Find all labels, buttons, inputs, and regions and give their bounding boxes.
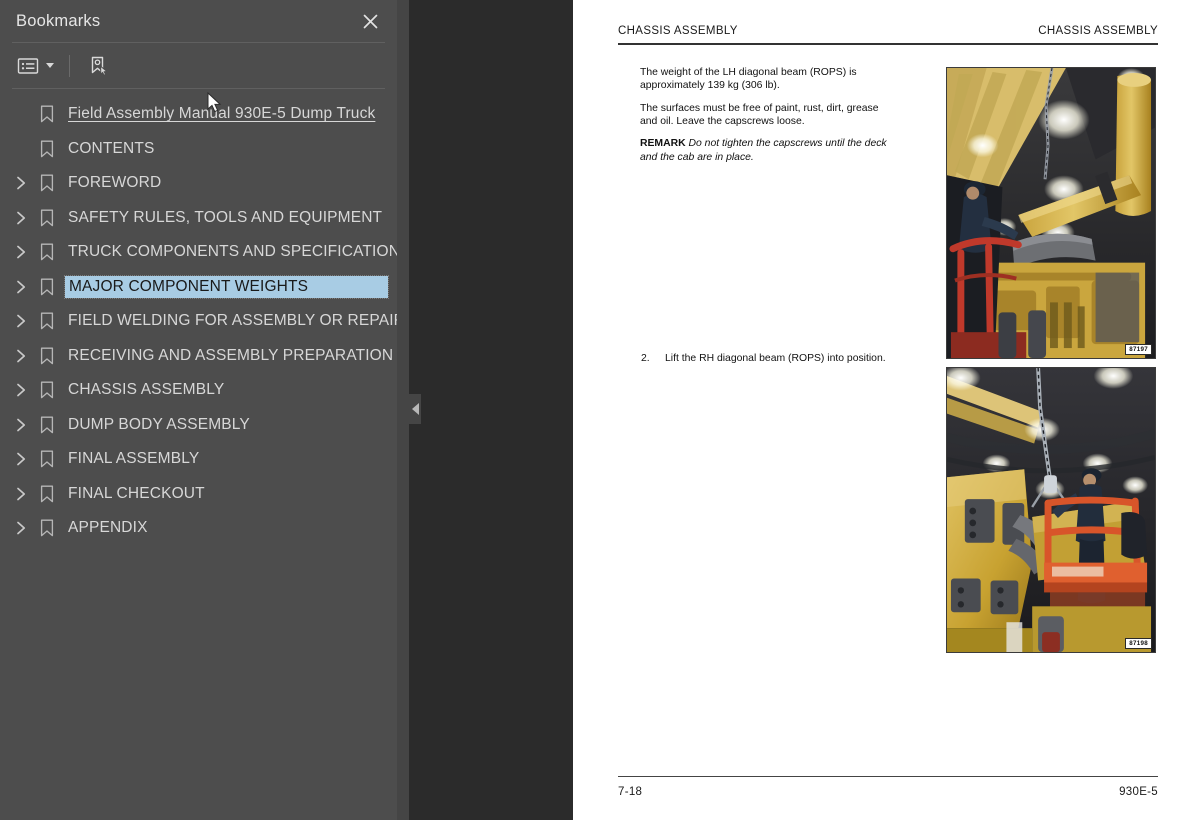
bookmark-label: FINAL ASSEMBLY [68,450,200,468]
figure-column: 87197 87198 [898,66,1158,653]
expand-chevron-icon[interactable] [8,481,34,507]
bookmark-icon [34,446,60,472]
document-page[interactable]: CHASSIS ASSEMBLY CHASSIS ASSEMBLY The we… [573,0,1200,820]
expand-chevron-icon[interactable] [8,205,34,231]
bookmark-item[interactable]: RECEIVING AND ASSEMBLY PREPARATION [0,339,397,374]
bookmark-icon [34,170,60,196]
bookmarks-panel: Bookmarks Field Assembly Manual 930E-5 D… [0,0,397,820]
footer-rule [618,775,1158,777]
header-right-text: CHASSIS ASSEMBLY [1038,25,1158,37]
figure-1-caption: 87197 [1125,343,1152,355]
step-text: Lift the RH diagonal beam (ROPS) into po… [665,352,886,364]
header-left-text: CHASSIS ASSEMBLY [618,25,738,37]
bookmark-icon [34,274,60,300]
step-number: 2. [641,352,650,364]
page-number: 7-18 [618,786,643,798]
bookmarks-toolbar [0,43,397,88]
bookmark-icon [34,481,60,507]
figure-2-caption: 87198 [1125,637,1152,649]
paragraph-1: The weight of the LH diagonal beam (ROPS… [640,66,857,91]
bookmark-icon [34,308,60,334]
bookmark-icon [34,101,60,127]
bookmark-label: RECEIVING AND ASSEMBLY PREPARATION [68,346,394,364]
expand-chevron-icon[interactable] [8,274,34,300]
figure-87197[interactable]: 87197 [946,66,1156,359]
page-footer: 7-18 930E-5 [618,775,1158,798]
bookmark-icon [34,136,60,162]
bookmark-item[interactable]: APPENDIX [0,511,397,546]
step-item-2: 2. Lift the RH diagonal beam (ROPS) into… [640,352,898,365]
bookmark-icon [34,412,60,438]
bookmark-label: TRUCK COMPONENTS AND SPECIFICATIONS [68,243,397,261]
bookmark-icon [34,239,60,265]
model-number: 930E-5 [1119,786,1158,798]
expand-chevron-icon[interactable] [8,446,34,472]
bookmark-item[interactable]: Field Assembly Manual 930E-5 Dump Truck [0,97,397,132]
bookmark-item[interactable]: CONTENTS [0,132,397,167]
viewer-gutter [409,0,573,820]
panel-resize-handle[interactable] [397,0,409,820]
bookmark-item[interactable]: DUMP BODY ASSEMBLY [0,408,397,443]
bookmark-item[interactable]: TRUCK COMPONENTS AND SPECIFICATIONS [0,235,397,270]
page-header: CHASSIS ASSEMBLY CHASSIS ASSEMBLY [618,0,1158,37]
header-rule [618,43,1158,45]
bookmark-label: FOREWORD [68,174,162,192]
bookmark-label: CHASSIS ASSEMBLY [68,381,225,399]
figure-1-image [947,67,1155,358]
expand-chevron-icon[interactable] [8,308,34,334]
bookmark-label: DUMP BODY ASSEMBLY [68,415,250,433]
bookmark-label: CONTENTS [68,139,155,157]
bookmarks-panel-header: Bookmarks [0,0,397,42]
expand-chevron-icon[interactable] [8,170,34,196]
panel-title: Bookmarks [16,11,101,30]
bookmark-icon [34,205,60,231]
bookmark-label: FIELD WELDING FOR ASSEMBLY OR REPAIR [68,312,397,330]
expand-chevron-icon[interactable] [8,239,34,265]
bookmark-item[interactable]: CHASSIS ASSEMBLY [0,373,397,408]
bookmark-label: FINAL CHECKOUT [68,484,205,502]
bookmark-item[interactable]: FIELD WELDING FOR ASSEMBLY OR REPAIR [0,304,397,339]
page-body: The weight of the LH diagonal beam (ROPS… [618,66,1158,653]
new-bookmark-icon [91,56,108,76]
bookmark-icon [34,515,60,541]
list-options-icon [17,57,39,74]
chevron-down-icon [46,63,54,68]
toolbar-separator [69,54,70,77]
expand-chevron-icon[interactable] [8,377,34,403]
paragraph-2: The surfaces must be free of paint, rust… [640,102,879,127]
bookmark-item[interactable]: FOREWORD [0,166,397,201]
expand-chevron-icon[interactable] [8,412,34,438]
bookmark-icon [34,343,60,369]
expand-chevron-icon[interactable] [8,515,34,541]
bookmark-label: SAFETY RULES, TOOLS AND EQUIPMENT [68,208,383,226]
remark-paragraph: REMARK Do not tighten the capscrews unti… [640,137,898,163]
text-column: The weight of the LH diagonal beam (ROPS… [618,66,898,653]
bookmark-item[interactable]: FINAL CHECKOUT [0,477,397,512]
close-icon [363,14,377,28]
collapse-panel-icon [411,403,419,415]
bookmark-list: Field Assembly Manual 930E-5 Dump Truck C… [0,89,397,820]
close-panel-button[interactable] [357,8,383,34]
bookmark-label: Field Assembly Manual 930E-5 Dump Truck [68,105,376,123]
new-bookmark-button[interactable] [84,51,114,81]
bookmark-item[interactable]: MAJOR COMPONENT WEIGHTS [0,270,397,305]
bookmark-icon [34,377,60,403]
expand-chevron-icon[interactable] [8,343,34,369]
bookmark-item[interactable]: FINAL ASSEMBLY [0,442,397,477]
figure-2-image [947,367,1155,652]
remark-label: REMARK [640,138,686,150]
bookmark-label: MAJOR COMPONENT WEIGHTS [64,274,389,299]
bookmark-options-button[interactable] [14,51,57,81]
collapse-sidebar-button[interactable] [409,394,421,424]
figure-87198[interactable]: 87198 [946,366,1156,653]
bookmark-label: APPENDIX [68,519,148,537]
bookmark-item[interactable]: SAFETY RULES, TOOLS AND EQUIPMENT [0,201,397,236]
pdf-viewer-window: Bookmarks Field Assembly Manual 930E-5 D… [0,0,1200,820]
